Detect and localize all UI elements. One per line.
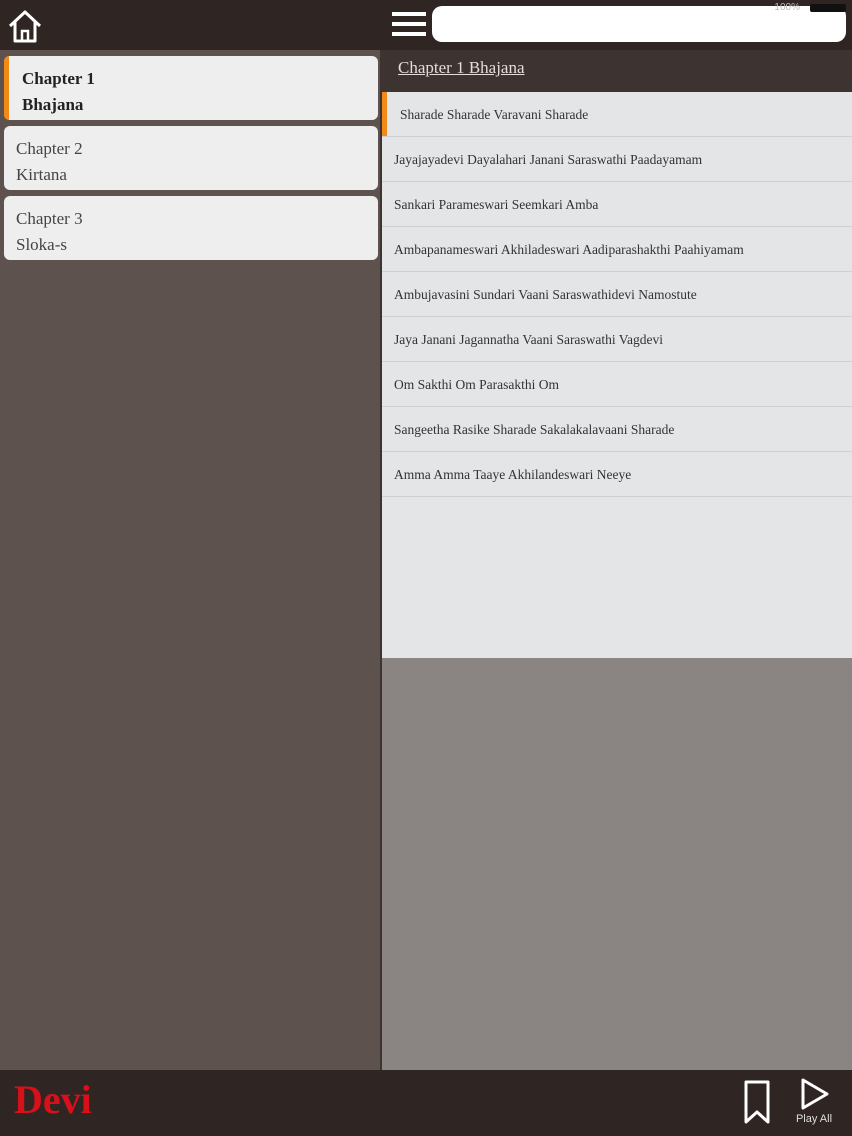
song-item-7[interactable]: Om Sakthi Om Parasakthi Om <box>382 362 852 407</box>
battery-percent: 100% <box>774 2 800 13</box>
play-all-label: Play All <box>795 1113 833 1125</box>
bookmark-button[interactable] <box>740 1078 774 1126</box>
song-item-2[interactable]: Jayajayadevi Dayalahari Janani Saraswath… <box>382 137 852 182</box>
chapter-item-1[interactable]: Chapter 1 Bhajana <box>4 56 378 120</box>
chapter-title: Chapter 3 <box>16 209 83 228</box>
play-icon <box>801 1078 829 1110</box>
chapter-name: Bhajana <box>22 95 84 114</box>
chapter-item-3[interactable]: Chapter 3 Sloka-s <box>4 196 378 260</box>
brand-logo: Devi <box>14 1077 92 1122</box>
song-item-9[interactable]: Amma Amma Taaye Akhilandeswari Neeye <box>382 452 852 497</box>
bottom-bar: Devi Play All <box>0 1070 852 1136</box>
menu-button[interactable] <box>390 6 428 42</box>
top-bar: 100% <box>0 0 852 50</box>
song-item-6[interactable]: Jaya Janani Jagannatha Vaani Saraswathi … <box>382 317 852 362</box>
song-item-3[interactable]: Sankari Parameswari Seemkari Amba <box>382 182 852 227</box>
song-item-1[interactable]: Sharade Sharade Varavani Sharade <box>382 92 852 137</box>
home-button[interactable] <box>6 8 44 44</box>
empty-area <box>382 658 852 1070</box>
chapter-title: Chapter 1 <box>22 69 95 88</box>
bookmark-icon <box>744 1080 770 1124</box>
battery-icon <box>810 4 846 12</box>
song-item-4[interactable]: Ambapanameswari Akhiladeswari Aadiparash… <box>382 227 852 272</box>
hamburger-menu-icon <box>392 12 426 36</box>
song-item-5[interactable]: Ambujavasini Sundari Vaani Saraswathidev… <box>382 272 852 317</box>
chapter-title: Chapter 2 <box>16 139 83 158</box>
chapter-item-2[interactable]: Chapter 2 Kirtana <box>4 126 378 190</box>
chapter-sidebar: Chapter 1 Bhajana Chapter 2 Kirtana Chap… <box>0 50 382 1070</box>
list-header: Chapter 1 Bhajana <box>382 50 852 92</box>
song-list: Sharade Sharade Varavani Sharade Jayajay… <box>382 92 852 658</box>
song-item-8[interactable]: Sangeetha Rasike Sharade Sakalakalavaani… <box>382 407 852 452</box>
chapter-name: Kirtana <box>16 165 67 184</box>
chapter-link[interactable]: Chapter 1 Bhajana <box>398 58 525 78</box>
play-all-button[interactable]: Play All <box>786 1076 842 1128</box>
chapter-name: Sloka-s <box>16 235 67 254</box>
home-icon <box>8 10 42 43</box>
